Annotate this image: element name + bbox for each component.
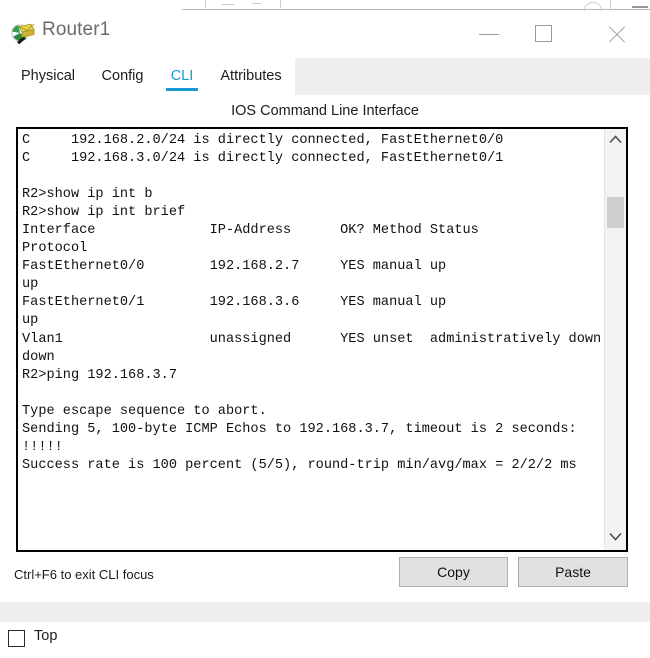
tab-bar: Physical Config CLI Attributes (0, 58, 650, 95)
copy-button[interactable]: Copy (399, 557, 508, 587)
tab-physical-label: Physical (21, 68, 75, 84)
top-checkbox-label: Top (34, 628, 58, 644)
cli-terminal[interactable]: C 192.168.2.0/24 is directly connected, … (16, 127, 628, 552)
top-checkbox[interactable] (8, 630, 25, 647)
window-title: Router1 (42, 19, 111, 40)
close-icon (606, 24, 627, 45)
packet-tracer-router-icon (10, 22, 36, 48)
dialog-footer: Top (0, 602, 650, 658)
tab-config-label: Config (101, 68, 144, 84)
tab-attributes[interactable]: Attributes (213, 58, 289, 95)
window-titlebar: Router1 (0, 11, 650, 59)
scroll-down-button[interactable] (605, 528, 626, 548)
tab-physical[interactable]: Physical (16, 58, 80, 95)
tab-attributes-label: Attributes (220, 68, 282, 84)
close-button[interactable] (594, 11, 640, 58)
scroll-up-button[interactable] (605, 131, 626, 151)
cli-focus-hint: Ctrl+F6 to exit CLI focus (14, 567, 154, 582)
tab-config[interactable]: Config (96, 58, 149, 95)
tab-cli-active-indicator (166, 88, 198, 91)
cli-scrollbar[interactable] (604, 129, 626, 550)
maximize-icon (535, 25, 552, 42)
chevron-down-icon (609, 532, 622, 541)
tab-cli-label: CLI (170, 68, 194, 84)
chevron-up-icon (609, 135, 622, 144)
maximize-button[interactable] (521, 11, 567, 58)
minimize-button[interactable] (466, 11, 512, 58)
cli-panel: IOS Command Line Interface C 192.168.2.0… (0, 95, 650, 602)
paste-button[interactable]: Paste (518, 557, 628, 587)
footer-divider (0, 602, 650, 622)
scroll-thumb[interactable] (607, 197, 624, 228)
background-window-artifacts (0, 0, 650, 11)
cli-terminal-output: C 192.168.2.0/24 is directly connected, … (22, 133, 602, 473)
tab-cli[interactable]: CLI (166, 58, 198, 95)
minimize-icon (479, 34, 499, 35)
panel-title: IOS Command Line Interface (231, 103, 419, 119)
